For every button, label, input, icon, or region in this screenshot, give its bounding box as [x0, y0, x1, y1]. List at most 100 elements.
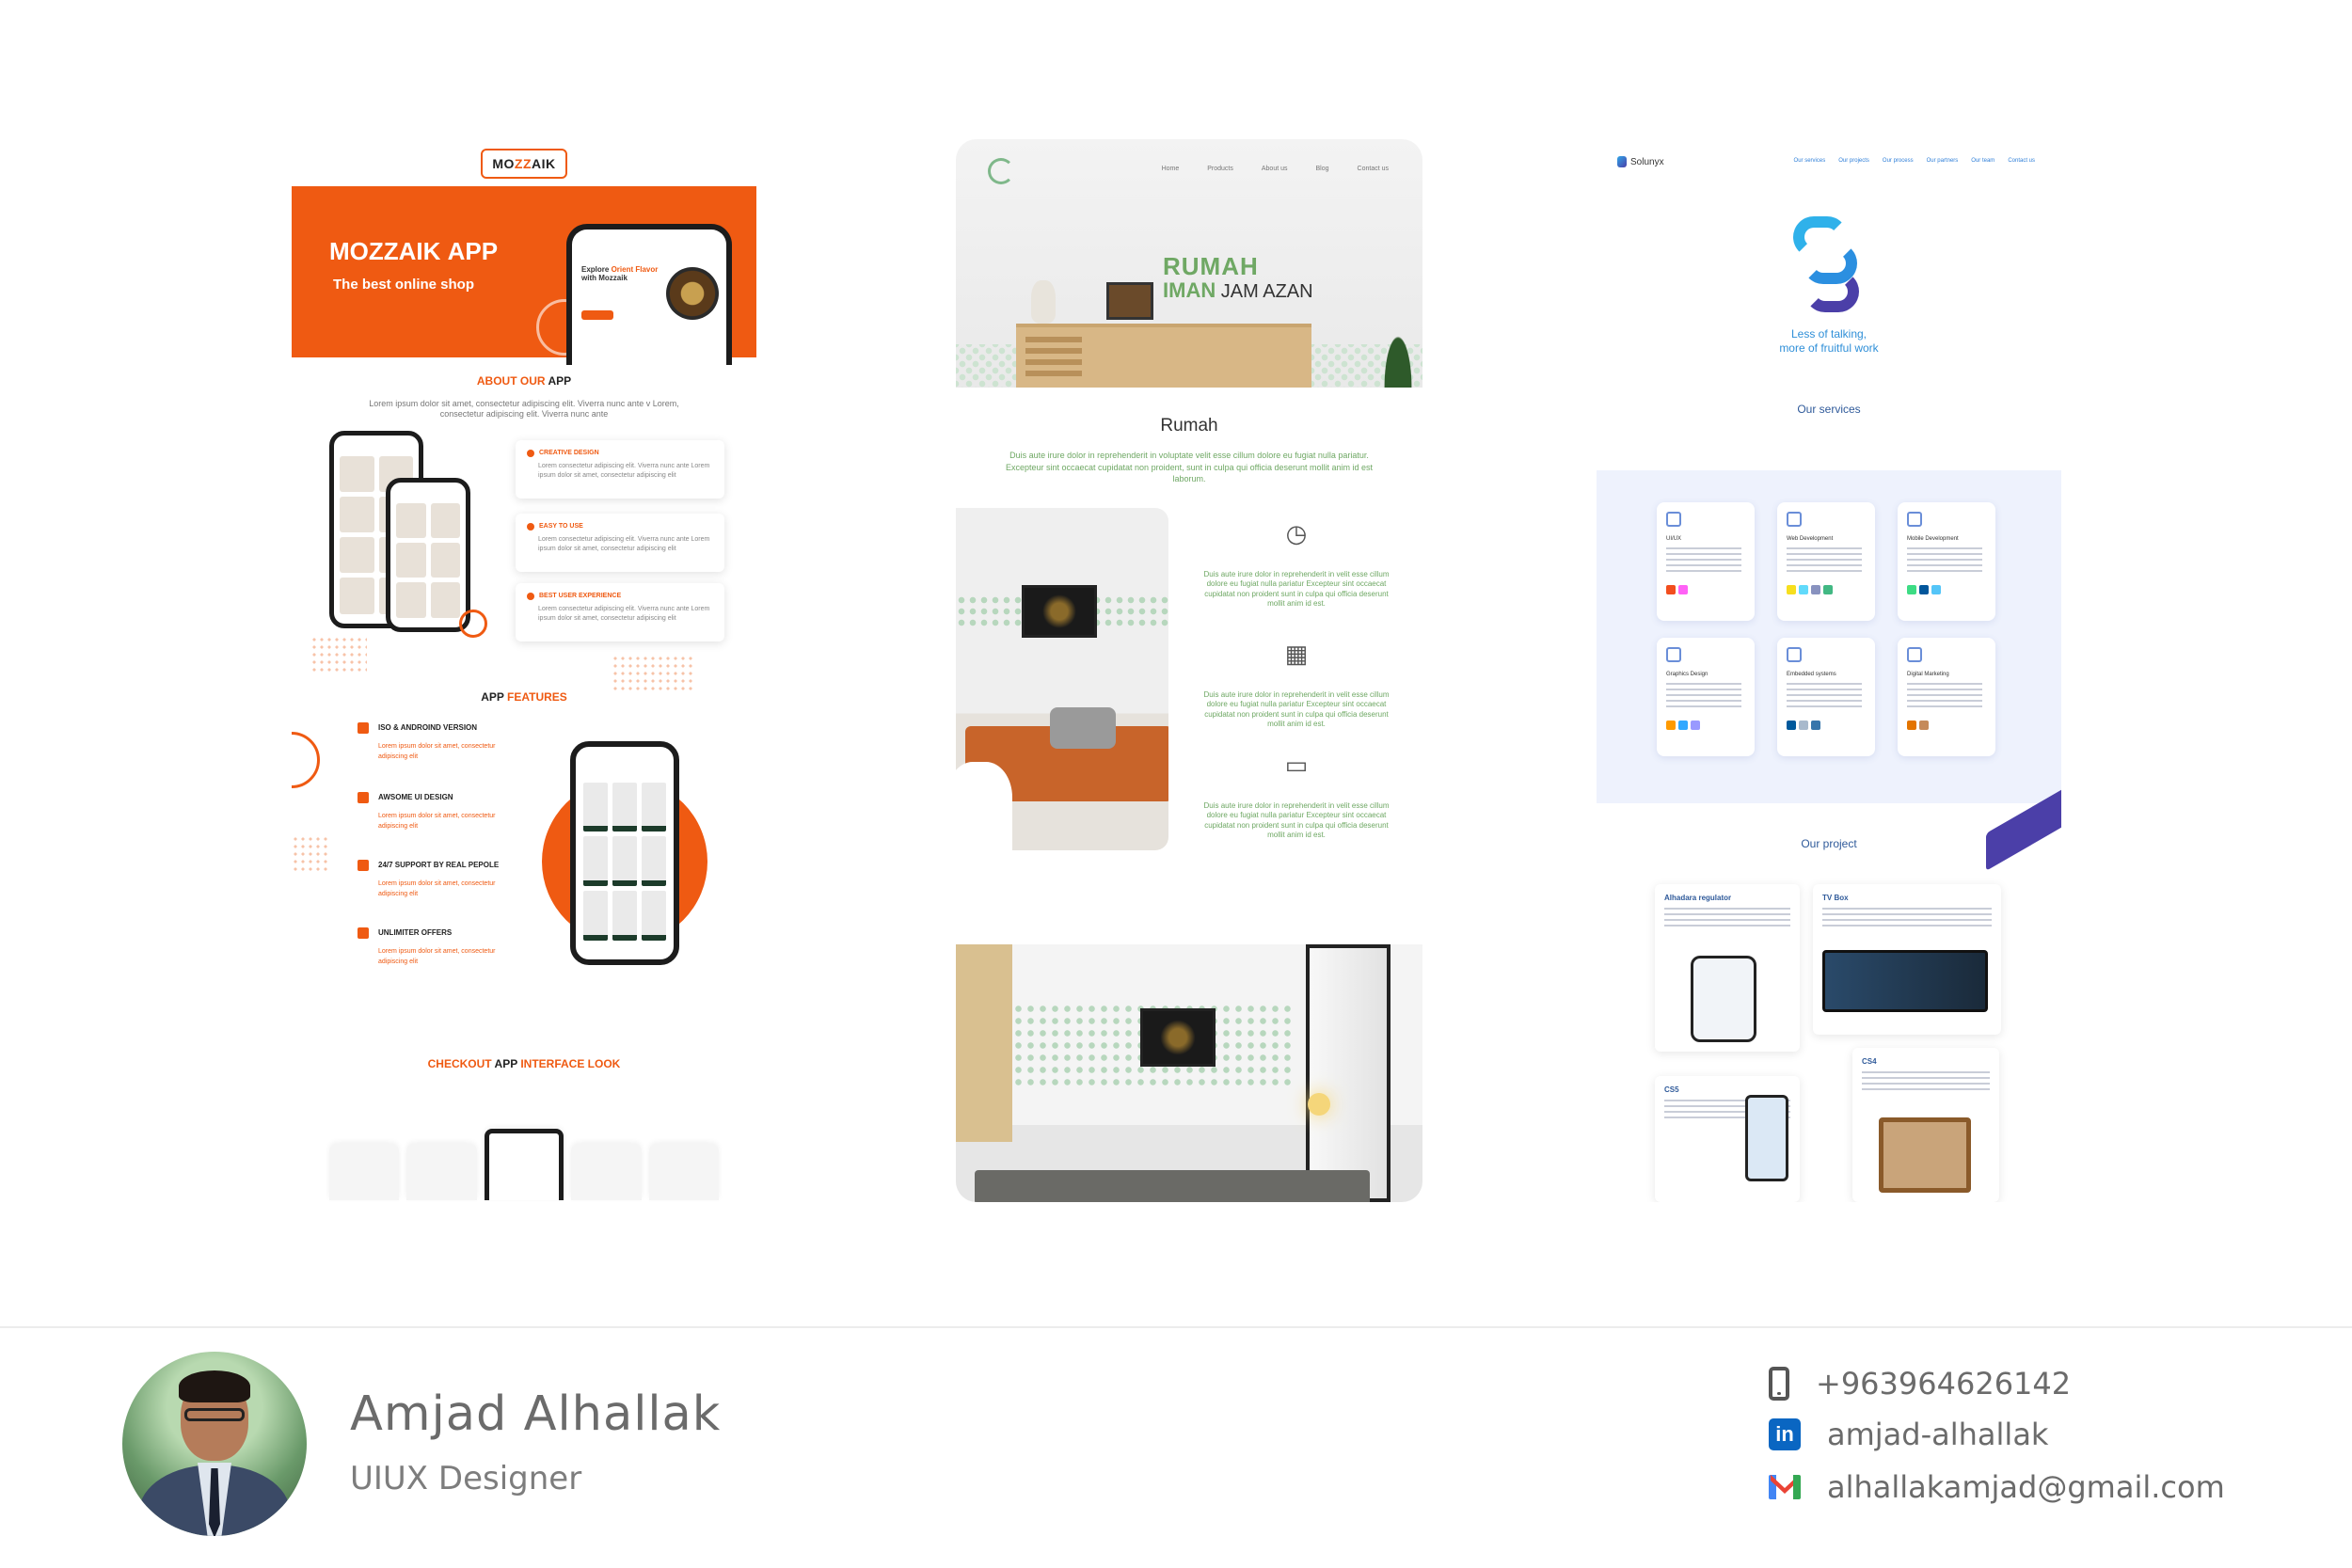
feature-item-title: 24/7 SUPPORT BY REAL PEPOLE — [378, 861, 500, 870]
phone-mockup-front — [386, 477, 470, 632]
marketing-icon — [1907, 647, 1922, 662]
feature-block: ▦ Duis aute irure dolor in reprehenderit… — [1202, 636, 1391, 730]
plant-image — [1379, 318, 1417, 388]
feature-card[interactable]: CREATIVE DESIGN Lorem consectetur adipis… — [516, 439, 724, 499]
project-image — [1745, 1095, 1788, 1181]
mozzaik-logo: MOZZAIK — [481, 149, 567, 179]
nav-item-contact[interactable]: Contact us — [2008, 158, 2035, 164]
feature-text: Duis aute irure dolor in reprehenderit i… — [1203, 690, 1390, 729]
gmail-icon — [1769, 1475, 1801, 1499]
feature-card-title: BEST USER EXPERIENCE — [527, 593, 713, 600]
solunyx-logo-icon — [1617, 156, 1627, 167]
feature-card-title: CREATIVE DESIGN — [527, 450, 713, 457]
avatar — [122, 1352, 307, 1536]
rumah-logo-icon — [988, 158, 1014, 184]
feature-card-desc: Lorem consectetur adipiscing elit. Viver… — [538, 605, 710, 623]
section-heading: Rumah — [1160, 416, 1218, 436]
project-title: Alhadara regulator — [1664, 894, 1732, 902]
shop-now-button[interactable] — [581, 310, 613, 320]
nav-item-products[interactable]: Products — [1207, 166, 1233, 172]
nav-item-home[interactable]: Home — [1162, 166, 1180, 172]
food-image — [666, 267, 719, 320]
feature-item: 24/7 SUPPORT BY REAL PEPOLE Lorem ipsum … — [358, 859, 508, 899]
checkout-section — [292, 1070, 756, 1200]
features-title: APP FEATURES — [481, 689, 567, 704]
service-card[interactable]: Digital Marketing — [1898, 638, 1995, 756]
nav-item-contact[interactable]: Contact us — [1358, 166, 1389, 172]
linkedin-text: amjad-alhallak — [1827, 1417, 2049, 1452]
rumah-website-screenshot[interactable]: Home Products About us Blog Contact us R… — [956, 139, 1422, 1202]
phone-text: +963964626142 — [1816, 1366, 2072, 1402]
linkedin-icon: in — [1769, 1418, 1801, 1450]
feature-card[interactable]: EASY TO USE Lorem consectetur adipiscing… — [516, 513, 724, 572]
services-heading: Our services — [1797, 403, 1861, 416]
phone-mockup-products — [570, 740, 679, 965]
contact-linkedin[interactable]: in amjad-alhallak — [1769, 1417, 2048, 1452]
nav-item-services[interactable]: Our services — [1794, 158, 1826, 164]
decor-dots — [612, 654, 696, 692]
feature-card[interactable]: BEST USER EXPERIENCE Lorem consectetur a… — [516, 582, 724, 641]
nav-item-blog[interactable]: Blog — [1316, 166, 1329, 172]
project-title: CS4 — [1862, 1057, 1877, 1066]
solunyx-nav: Solunyx Our services Our projects Our pr… — [1597, 141, 2061, 179]
project-image — [1879, 1117, 1971, 1193]
service-card[interactable]: Embedded systems — [1777, 638, 1875, 756]
nav-item-process[interactable]: Our process — [1883, 158, 1914, 164]
solunyx-website-screenshot[interactable]: Solunyx Our services Our projects Our pr… — [1597, 141, 2061, 1202]
project-title: TV Box — [1822, 894, 1849, 902]
hero-subtitle: The best online shop — [333, 277, 475, 293]
hero-phone-mockup: Explore Orient Flavor with Mozzaik — [566, 224, 732, 365]
services-section: UI/UX Web Development Mobile Development… — [1597, 470, 2061, 803]
footer-divider — [0, 1326, 2352, 1328]
feature-item: ISO & ANDROIND VERSION Lorem ipsum dolor… — [358, 721, 508, 762]
feature-text: Duis aute irure dolor in reprehenderit i… — [1203, 801, 1390, 840]
feature-text: Duis aute irure dolor in reprehenderit i… — [1203, 570, 1390, 609]
feature-card-title: EASY TO USE — [527, 523, 713, 531]
nav-item-about[interactable]: About us — [1262, 166, 1288, 172]
solunyx-hero-logo-icon — [1791, 216, 1867, 320]
hero-title: MOZZAIK APP — [329, 237, 499, 265]
service-card[interactable]: UI/UX — [1657, 502, 1755, 621]
feature-block: ◷ Duis aute irure dolor in reprehenderit… — [1202, 515, 1391, 610]
about-title: ABOUT OUR APP — [476, 374, 572, 388]
feature-item-desc: Lorem ipsum dolor sit amet, consectetur … — [378, 812, 496, 830]
contact-email[interactable]: alhallakamjad@gmail.com — [1769, 1469, 2225, 1505]
phone-icon — [1769, 1367, 1789, 1401]
feature-block: ▭ Duis aute irure dolor in reprehenderit… — [1202, 747, 1391, 841]
project-card[interactable]: CS5 — [1655, 1076, 1800, 1202]
service-card[interactable]: Graphics Design — [1657, 638, 1755, 756]
feature-item-title: AWSOME UI DESIGN — [378, 793, 453, 802]
solunyx-tagline: Less of talking, more of fruitful work — [1779, 327, 1879, 355]
rumah-hero: Home Products About us Blog Contact us R… — [956, 139, 1422, 388]
design-tools-icon — [1666, 512, 1681, 527]
offers-icon — [358, 927, 369, 939]
decor-ring — [292, 731, 320, 788]
mozzaik-header: MOZZAIK — [292, 141, 756, 186]
project-card[interactable]: Alhadara regulator — [1655, 884, 1800, 1052]
profile-role: UIUX Designer — [350, 1460, 582, 1497]
project-card[interactable]: TV Box — [1813, 884, 2001, 1035]
decor-ring — [459, 609, 487, 638]
nav-item-partners[interactable]: Our partners — [1927, 158, 1959, 164]
mozzaik-app-screenshot[interactable]: MOZZAIK MOZZAIK APP The best online shop… — [292, 141, 756, 1202]
decor-dots — [292, 834, 329, 873]
service-card[interactable]: Web Development — [1777, 502, 1875, 621]
contact-phone[interactable]: +963964626142 — [1769, 1366, 2071, 1402]
nav-item-team[interactable]: Our team — [1971, 158, 1994, 164]
mozzaik-hero: MOZZAIK APP The best online shop Explore… — [292, 186, 756, 365]
features-section: ISO & ANDROIND VERSION Lorem ipsum dolor… — [292, 704, 756, 1052]
feature-item-title: ISO & ANDROIND VERSION — [378, 723, 478, 733]
solunyx-brand: Solunyx — [1617, 156, 1664, 167]
project-card[interactable]: CS4 — [1852, 1048, 1999, 1202]
service-card[interactable]: Mobile Development — [1898, 502, 1995, 621]
nav-item-projects[interactable]: Our projects — [1838, 158, 1869, 164]
feature-item-desc: Lorem ipsum dolor sit amet, consectetur … — [378, 879, 496, 897]
mobile-icon — [358, 721, 369, 734]
project-image — [1691, 956, 1756, 1042]
mobile-icon — [1907, 512, 1922, 527]
feature-item-desc: Lorem ipsum dolor sit amet, consectetur … — [378, 947, 496, 965]
checkout-title: CHECKOUT APP INTERFACE LOOK — [427, 1056, 621, 1070]
design-icon — [358, 791, 369, 803]
section-text: Duis aute irure dolor in reprehenderit i… — [1005, 451, 1374, 484]
service-title: Digital Marketing — [1907, 672, 1949, 677]
